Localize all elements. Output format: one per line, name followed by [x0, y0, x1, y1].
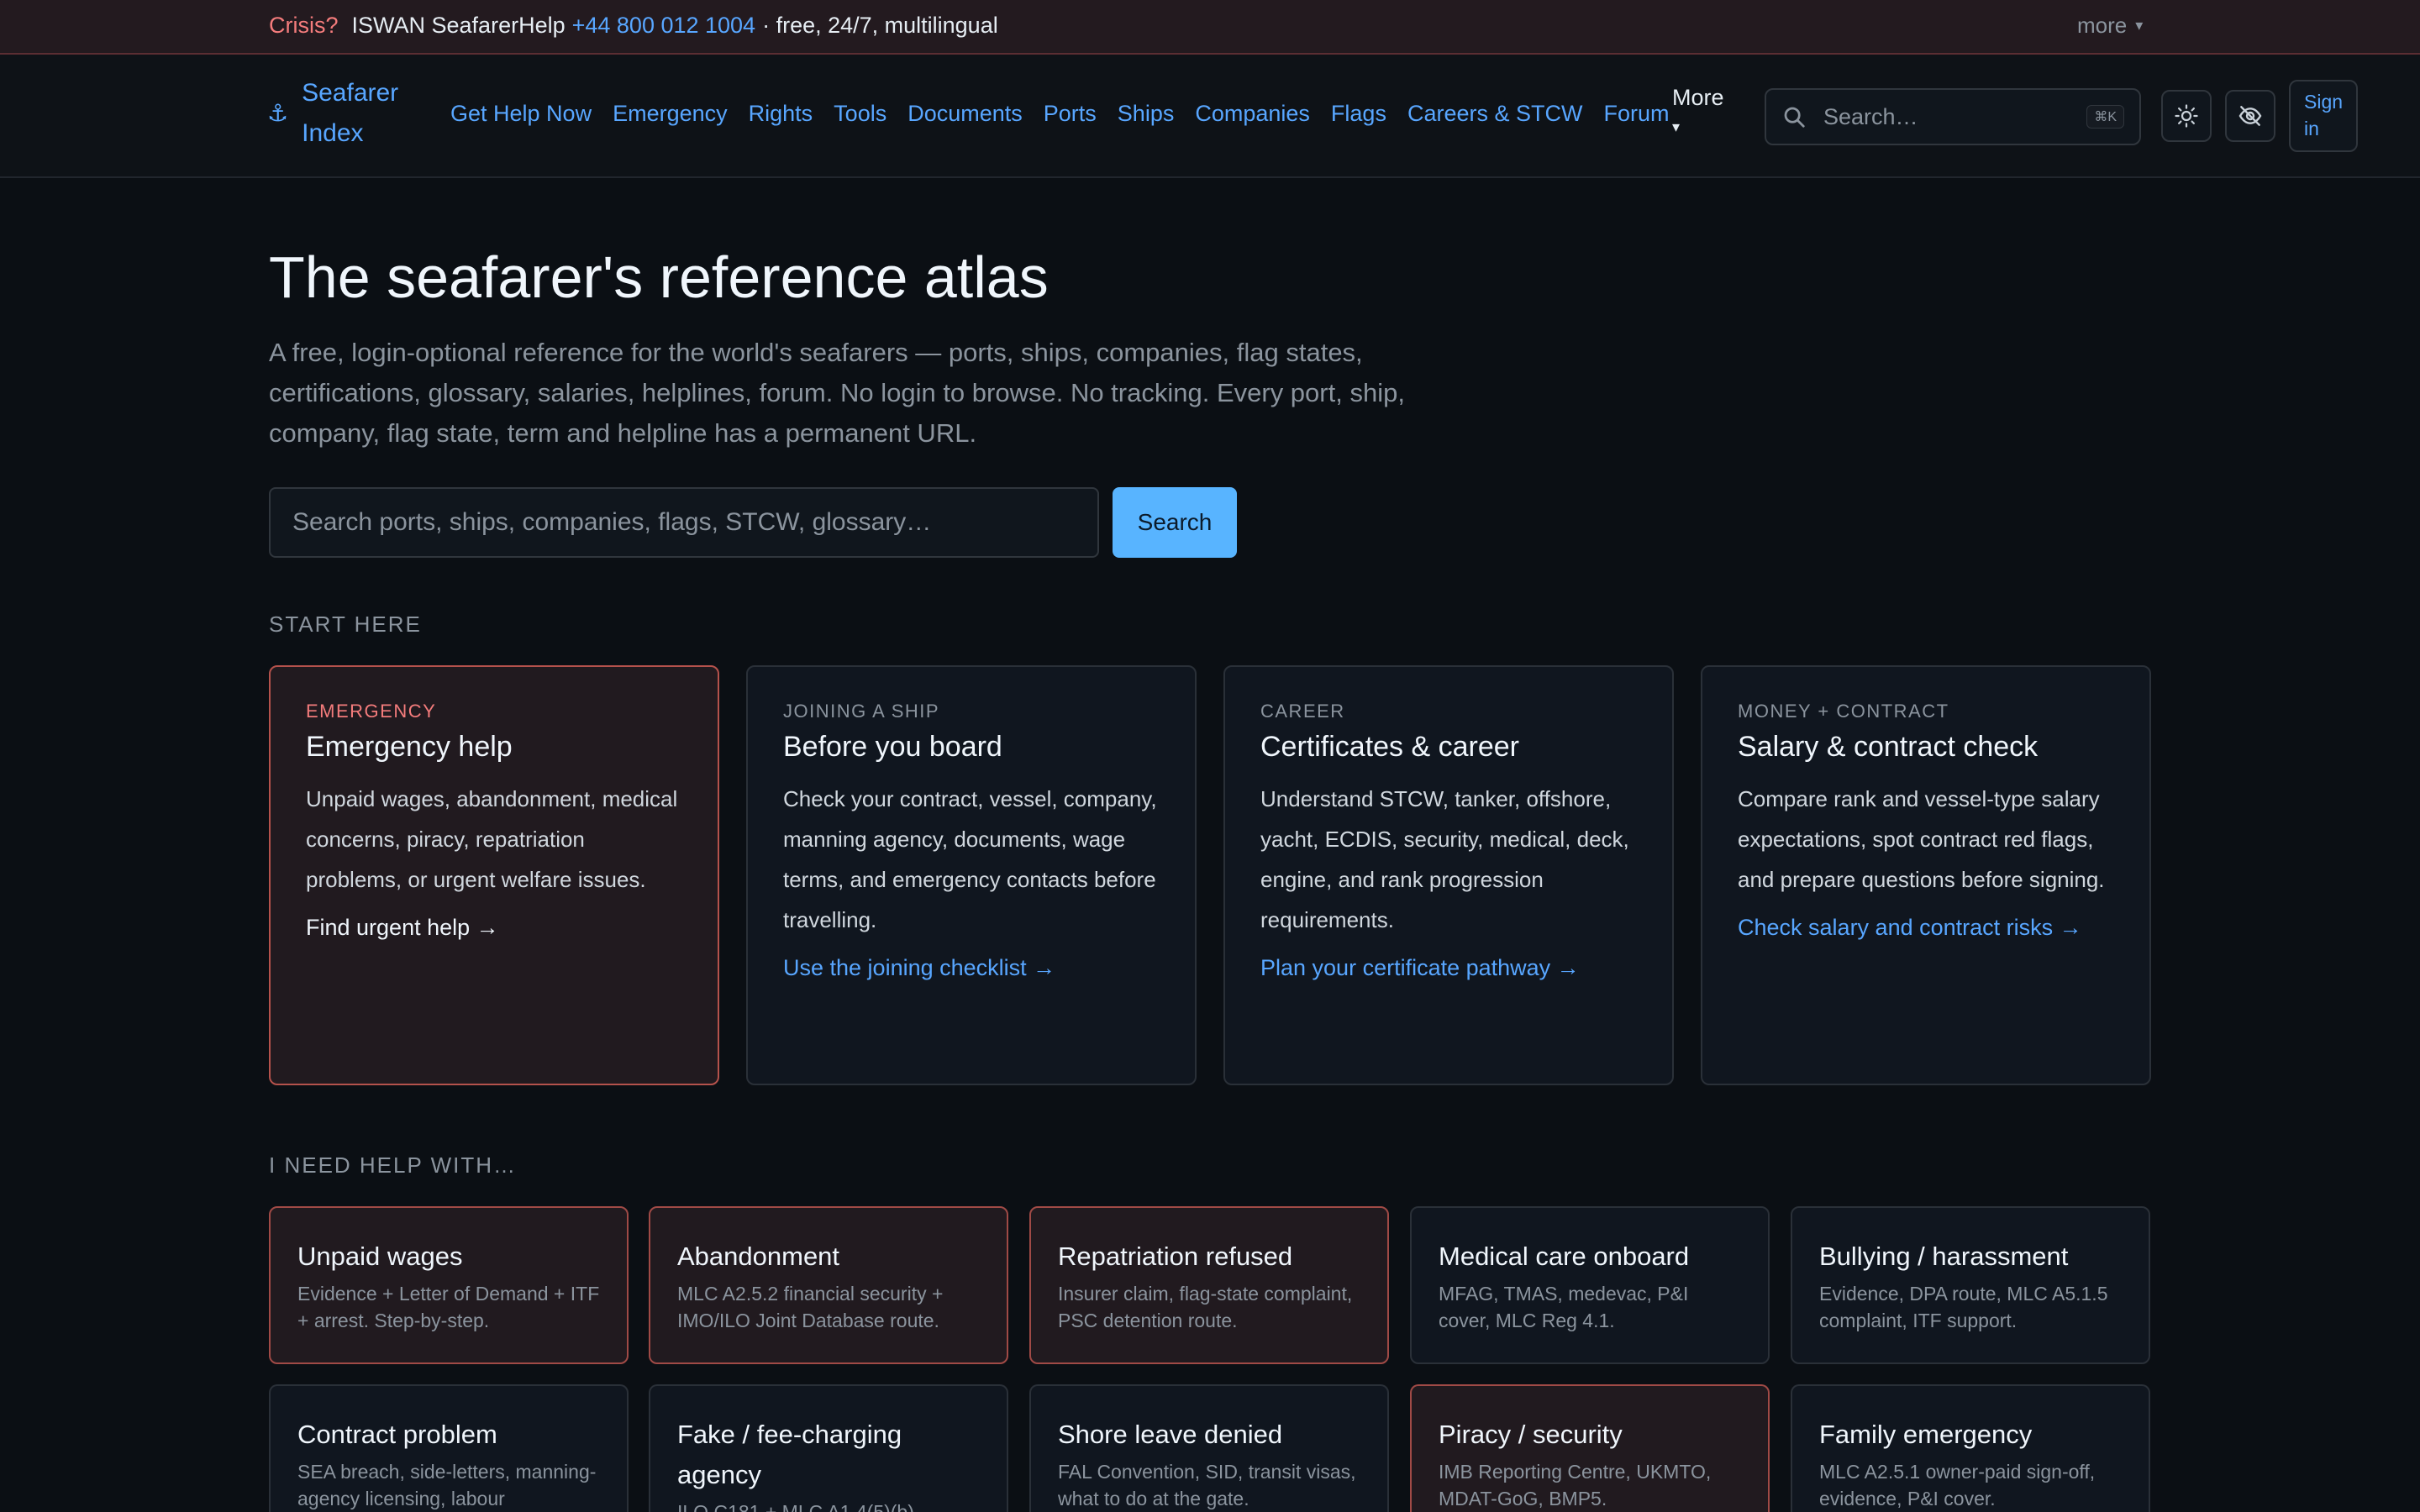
- card-eyebrow: MONEY + CONTRACT: [1738, 701, 1949, 722]
- start-here-heading: START HERE: [269, 612, 422, 637]
- nav-more-button[interactable]: More ▾: [1672, 78, 1739, 137]
- logo-line-2: Index: [302, 119, 364, 147]
- tile-desc: MFAG, TMAS, medevac, P&I cover, MLC Reg …: [1439, 1283, 1689, 1331]
- card-eyebrow: CAREER: [1260, 701, 1345, 722]
- search-icon: [1784, 107, 1805, 128]
- start-card-money-contract[interactable]: MONEY + CONTRACT Salary & contract check…: [1701, 665, 2151, 1085]
- page-subtitle: A free, login-optional reference for the…: [269, 338, 1405, 448]
- tile-title: Repatriation refused: [1058, 1242, 1293, 1271]
- nav-link-rights[interactable]: Rights: [749, 101, 813, 127]
- main-search-placeholder: Search ports, ships, companies, flags, S…: [292, 508, 932, 536]
- help-tile-fake-agency[interactable]: Fake / fee-charging agency ILO C181 + ML…: [649, 1384, 1008, 1512]
- nav-link-careers-stcw[interactable]: Careers & STCW: [1407, 101, 1583, 127]
- card-body: Understand STCW, tanker, offshore, yacht…: [1260, 786, 1629, 932]
- card-link[interactable]: Check salary and contract risks →: [1738, 915, 2116, 941]
- tile-title: Fake / fee-charging agency: [677, 1420, 902, 1489]
- nav-link-get-help-now[interactable]: Get Help Now: [450, 101, 592, 127]
- tile-title: Family emergency: [1819, 1420, 2033, 1449]
- tile-desc: MLC A2.5.2 financial security + IMO/ILO …: [677, 1283, 944, 1331]
- tile-desc: IMB Reporting Centre, UKMTO, MDAT-GoG, B…: [1439, 1461, 1712, 1509]
- tile-desc: Evidence + Letter of Demand + ITF + arre…: [297, 1283, 600, 1331]
- crisis-org: ISWAN SeafarerHelp: [351, 12, 566, 38]
- card-title: Certificates & career: [1260, 731, 1519, 763]
- card-link[interactable]: Plan your certificate pathway →: [1260, 955, 1639, 981]
- tile-desc: MLC A2.5.1 owner-paid sign-off, evidence…: [1819, 1461, 2096, 1509]
- card-title: Before you board: [783, 731, 1002, 763]
- sun-icon: [2175, 104, 2198, 128]
- navbar: ⚓ Seafarer Index Get Help Now Emergency …: [0, 55, 2420, 178]
- logo-text: Seafarer Index: [302, 73, 398, 154]
- nav-link-emergency[interactable]: Emergency: [613, 101, 728, 127]
- nav-link-tools[interactable]: Tools: [834, 101, 886, 127]
- tile-desc: ILO C181 + MLC A1.4(5)(b): [677, 1501, 914, 1512]
- help-tile-unpaid-wages[interactable]: Unpaid wages Evidence + Letter of Demand…: [269, 1206, 629, 1364]
- privacy-toggle-button[interactable]: [2225, 90, 2275, 142]
- tile-title: Medical care onboard: [1439, 1242, 1690, 1271]
- tile-title: Abandonment: [677, 1242, 840, 1271]
- nav-search-placeholder: Search…: [1823, 103, 1918, 129]
- nav-link-companies[interactable]: Companies: [1195, 101, 1310, 127]
- tile-title: Bullying / harassment: [1819, 1242, 2069, 1271]
- logo-line-1: Seafarer: [302, 79, 399, 107]
- help-tile-repatriation-refused[interactable]: Repatriation refused Insurer claim, flag…: [1029, 1206, 1389, 1364]
- card-body: Check your contract, vessel, company, ma…: [783, 786, 1157, 932]
- card-eyebrow: JOINING A SHIP: [783, 701, 940, 722]
- help-tile-family-emergency[interactable]: Family emergency MLC A2.5.1 owner-paid s…: [1791, 1384, 2150, 1512]
- nav-link-flags[interactable]: Flags: [1331, 101, 1386, 127]
- sign-in-button[interactable]: Sign in: [2289, 80, 2358, 152]
- nav-link-forum[interactable]: Forum: [1603, 101, 1669, 127]
- tile-title: Contract problem: [297, 1420, 497, 1449]
- crisis-more-label: more: [2077, 12, 2128, 38]
- sign-in-line-2: in: [2304, 118, 2319, 139]
- help-tile-contract-problem[interactable]: Contract problem SEA breach, side-letter…: [269, 1384, 629, 1512]
- start-card-career[interactable]: CAREER Certificates & career Understand …: [1223, 665, 1674, 1085]
- card-link[interactable]: Use the joining checklist →: [783, 955, 1161, 981]
- nav-link-documents[interactable]: Documents: [908, 101, 1023, 127]
- help-tile-medical-care[interactable]: Medical care onboard MFAG, TMAS, medevac…: [1410, 1206, 1770, 1364]
- nav-link-ports[interactable]: Ports: [1044, 101, 1097, 127]
- eye-off-icon: [2238, 106, 2262, 126]
- page-title: The seafarer's reference atlas: [269, 244, 1049, 310]
- nav-link-ships[interactable]: Ships: [1118, 101, 1175, 127]
- chevron-down-icon: ▾: [2135, 16, 2144, 34]
- start-card-emergency[interactable]: EMERGENCY Emergency help Unpaid wages, a…: [269, 665, 719, 1085]
- tile-desc: SEA breach, side-letters, manning-agency…: [297, 1461, 597, 1509]
- crisis-more-button[interactable]: more ▾: [2077, 0, 2143, 50]
- help-tile-abandonment[interactable]: Abandonment MLC A2.5.2 financial securit…: [649, 1206, 1008, 1364]
- anchor-icon: ⚓: [267, 100, 289, 126]
- nav-links: Get Help Now Emergency Rights Tools Docu…: [450, 55, 1670, 172]
- crisis-bar: Crisis? ISWAN SeafarerHelp +44 800 012 1…: [0, 0, 2420, 55]
- tile-desc: FAL Convention, SID, transit visas, what…: [1058, 1461, 1356, 1509]
- keyboard-shortcut-badge: ⌘K: [2086, 105, 2124, 129]
- help-tile-bullying-harassment[interactable]: Bullying / harassment Evidence, DPA rout…: [1791, 1206, 2150, 1364]
- tile-desc: Evidence, DPA route, MLC A5.1.5 complain…: [1819, 1283, 2108, 1331]
- logo-link[interactable]: ⚓ Seafarer Index: [267, 73, 410, 154]
- main-search-input[interactable]: Search ports, ships, companies, flags, S…: [269, 487, 1099, 558]
- nav-more-label: More: [1672, 85, 1724, 110]
- crisis-banner: Crisis? ISWAN SeafarerHelp +44 800 012 1…: [269, 0, 998, 50]
- crisis-note: · free, 24/7, multilingual: [762, 12, 998, 38]
- card-title: Salary & contract check: [1738, 731, 2039, 763]
- card-body: Compare rank and vessel-type salary expe…: [1738, 786, 2105, 892]
- tile-title: Piracy / security: [1439, 1420, 1623, 1449]
- tile-title: Unpaid wages: [297, 1242, 463, 1271]
- card-title: Emergency help: [306, 731, 513, 763]
- card-body: Unpaid wages, abandonment, medical conce…: [306, 786, 678, 892]
- help-tile-shore-leave-denied[interactable]: Shore leave denied FAL Convention, SID, …: [1029, 1384, 1389, 1512]
- search-button[interactable]: Search: [1113, 487, 1237, 558]
- card-eyebrow: EMERGENCY: [306, 701, 437, 722]
- tile-desc: Insurer claim, flag-state complaint, PSC…: [1058, 1283, 1353, 1331]
- card-link[interactable]: Find urgent help →: [306, 915, 684, 941]
- crisis-phone-link[interactable]: +44 800 012 1004: [572, 13, 755, 39]
- help-tile-piracy-security[interactable]: Piracy / security IMB Reporting Centre, …: [1410, 1384, 1770, 1512]
- help-with-heading: I NEED HELP WITH…: [269, 1152, 518, 1178]
- nav-search-input[interactable]: Search… ⌘K: [1765, 88, 2141, 145]
- tile-title: Shore leave denied: [1058, 1420, 1283, 1449]
- crisis-label: Crisis?: [269, 12, 339, 38]
- sign-in-line-1: Sign: [2304, 91, 2344, 113]
- chevron-down-icon: ▾: [1672, 118, 1681, 135]
- theme-toggle-button[interactable]: [2161, 90, 2212, 142]
- start-card-joining-ship[interactable]: JOINING A SHIP Before you board Check yo…: [746, 665, 1197, 1085]
